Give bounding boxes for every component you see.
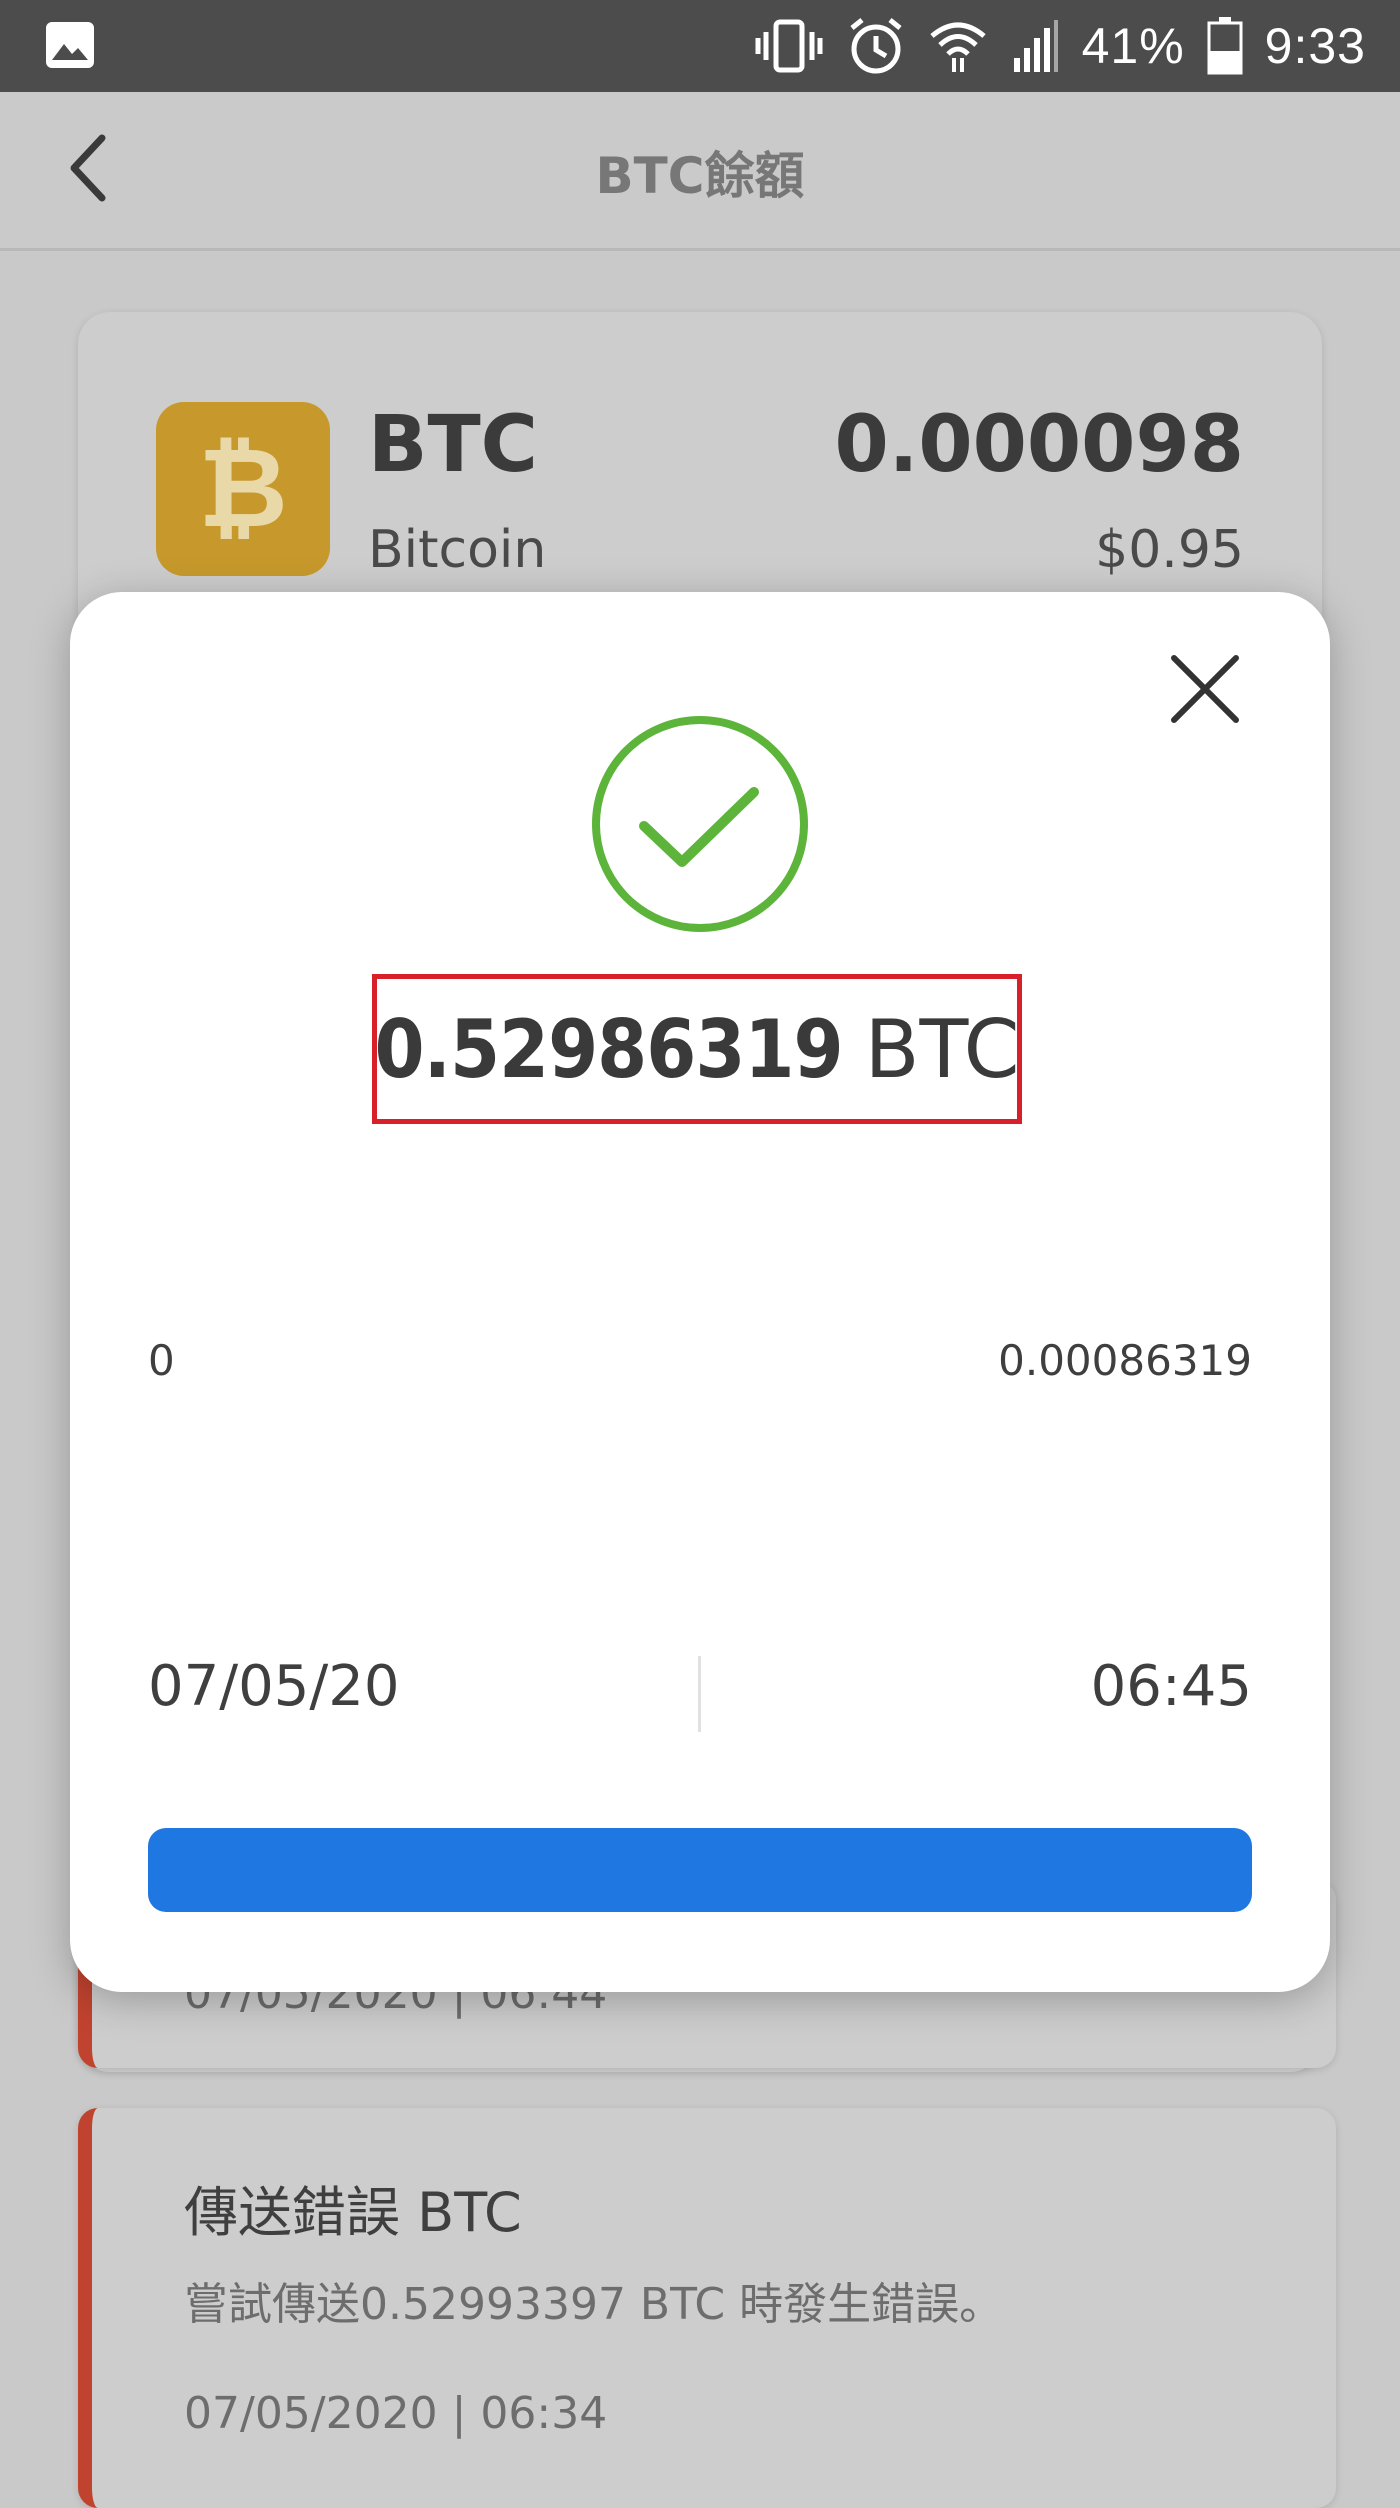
confirm-button[interactable] (148, 1828, 1252, 1912)
amount-highlight: 0.52986319 BTC (372, 974, 1022, 1124)
coin-name: Bitcoin (368, 520, 547, 580)
app-header: BTC餘額 (0, 92, 1400, 251)
coin-fiat-value: $0.95 (1095, 520, 1244, 580)
bitcoin-icon: ₿ (198, 424, 288, 552)
wifi-icon (929, 22, 986, 72)
transaction-card[interactable]: 傳送錯誤 BTC 嘗試傳送0.52993397 BTC 時發生錯誤。 07/05… (78, 2108, 1336, 2508)
battery-icon (1207, 17, 1243, 75)
gallery-icon (46, 22, 94, 68)
transaction-timestamp: 07/05/2020 | 06:34 (184, 2388, 608, 2439)
transaction-date: 07/05/20 (148, 1654, 400, 1719)
status-bar: 41% 9:33 (0, 0, 1400, 92)
clock: 9:33 (1264, 18, 1366, 74)
success-check-icon (592, 716, 808, 932)
coin-symbol: BTC (368, 400, 538, 490)
amount-value: 0.52986319 (374, 1002, 844, 1096)
divider (698, 1656, 701, 1732)
svg-text:₿: ₿ (198, 424, 288, 552)
transaction-time: 06:45 (1090, 1654, 1252, 1719)
range-min-label: 0 (148, 1336, 175, 1385)
battery-percent: 41% (1081, 18, 1185, 74)
vibrate-icon (755, 19, 823, 73)
transaction-description: 嘗試傳送0.52993397 BTC 時發生錯誤。 (184, 2279, 1004, 2330)
transaction-success-dialog: 0.52986319 BTC 0 0.00086319 07/05/20 06:… (70, 592, 1330, 1992)
close-icon[interactable] (1160, 644, 1250, 734)
coin-balance: 0.000098 (834, 400, 1244, 490)
page-title: BTC餘額 (595, 147, 805, 205)
alarm-icon (850, 18, 902, 74)
bitcoin-logo: ₿ (156, 402, 330, 576)
signal-icon (1013, 20, 1058, 72)
amount-unit: BTC (864, 1002, 1020, 1096)
range-max-label: 0.00086319 (998, 1336, 1252, 1385)
transaction-title: 傳送錯誤 BTC (184, 2181, 522, 2244)
